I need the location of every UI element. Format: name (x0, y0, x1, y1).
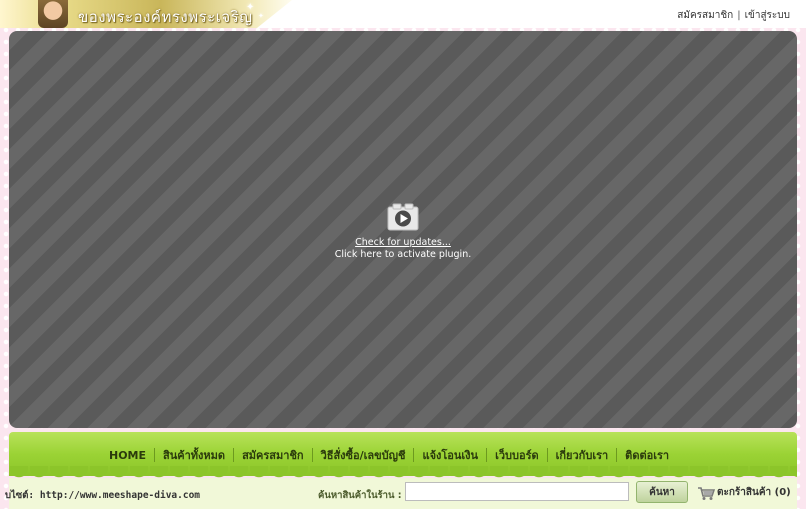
sparkle-icon: ✦ (258, 12, 264, 20)
sparkle-icon: ✦ (246, 2, 255, 13)
check-updates-link[interactable]: Check for updates... (9, 237, 797, 248)
footer-bar: บไซต์: http://www.meeshape-diva.com ค้นห… (5, 478, 797, 509)
top-bar: ของพระองค์ทรงพระเจริญ ✦ ✦ สมัครสมาชิก | เข… (0, 0, 806, 28)
search-button[interactable]: ค้นหา (636, 481, 688, 503)
register-link[interactable]: สมัครสมาชิก (677, 10, 733, 21)
search-input[interactable] (405, 482, 629, 501)
banner-title: ของพระองค์ทรงพระเจริญ (78, 8, 253, 26)
website-url: บไซต์: http://www.meeshape-diva.com (5, 490, 201, 501)
login-link[interactable]: เข้าสู่ระบบ (745, 10, 790, 21)
nav-menu: HOME สินค้าทั้งหมด สมัครสมาชิก วิธีสั่งซ… (101, 446, 677, 464)
nav-item-how-to-order[interactable]: วิธีสั่งซื้อ/เลขบัญชี (313, 446, 414, 464)
nav-item-all-products[interactable]: สินค้าทั้งหมด (155, 446, 233, 464)
account-links: สมัครสมาชิก | เข้าสู่ระบบ (677, 8, 790, 23)
play-plugin-icon (387, 203, 419, 231)
nav-item-register[interactable]: สมัครสมาชิก (234, 446, 312, 464)
cart-link[interactable]: ตะกร้าสินค้า (0) (697, 483, 791, 501)
cart-label: ตะกร้าสินค้า (0) (717, 486, 791, 498)
activate-plugin-text[interactable]: Click here to activate plugin. (9, 249, 797, 260)
nav-item-home[interactable]: HOME (101, 449, 154, 462)
plugin-placeholder[interactable]: Check for updates... Click here to activ… (9, 31, 797, 428)
search-label: ค้นหาสินค้าในร้าน : (318, 490, 402, 501)
nav-item-payment-notice[interactable]: แจ้งโอนเงิน (414, 446, 486, 464)
banner-portrait (38, 0, 68, 28)
nav-item-about[interactable]: เกี่ยวกับเรา (548, 446, 617, 464)
nav-item-webboard[interactable]: เว็บบอร์ด (487, 446, 547, 464)
cart-icon (698, 487, 715, 500)
link-separator: | (737, 10, 741, 21)
nav-item-contact[interactable]: ติดต่อเรา (617, 446, 677, 464)
